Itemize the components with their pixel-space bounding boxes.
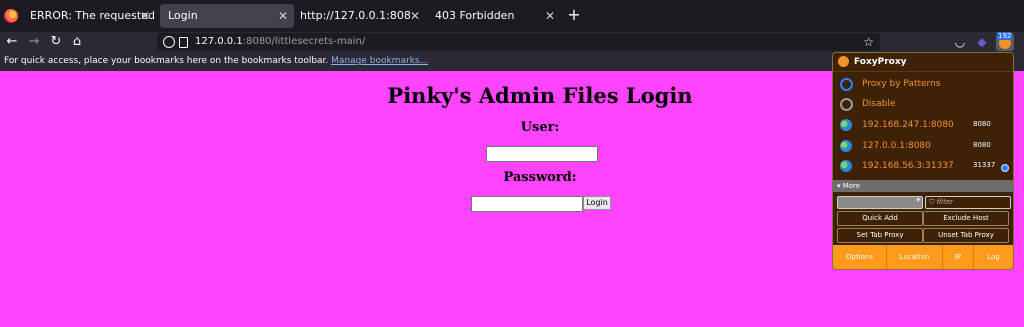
- exclude-host-button[interactable]: Exclude Host: [923, 211, 1009, 226]
- tab-forbidden[interactable]: 403 Forbidden ✕: [427, 4, 561, 28]
- proxy-port: 8080: [973, 141, 991, 149]
- mode-proxy-by-patterns[interactable]: Proxy by Patterns: [833, 74, 1013, 94]
- mode-label: Proxy by Patterns: [862, 79, 941, 89]
- nav-bar: ← → ↻ ⌂ 127.0.0.1:8080/littlesecrets-mai…: [0, 32, 1024, 52]
- chevron-down-icon: ▾: [916, 196, 920, 204]
- filter-input[interactable]: ⛉ filter: [925, 196, 1011, 209]
- power-off-icon: [840, 98, 853, 111]
- password-input[interactable]: [471, 196, 583, 212]
- url-text[interactable]: 127.0.0.1:8080/littlesecrets-main/: [195, 33, 365, 51]
- bookmarks-hint: For quick access, place your bookmarks h…: [4, 56, 329, 66]
- location-button[interactable]: Location: [887, 245, 943, 269]
- url-host: 127.0.0.1: [195, 36, 243, 47]
- bookmark-star-icon[interactable]: ☆: [863, 33, 874, 51]
- more-toggle[interactable]: ▾ More: [833, 180, 1013, 192]
- close-icon[interactable]: ✕: [410, 4, 420, 28]
- tab-login[interactable]: Login ✕: [160, 4, 294, 28]
- forward-icon[interactable]: →: [26, 32, 42, 52]
- tab-title: Login: [168, 9, 198, 22]
- back-icon[interactable]: ←: [4, 32, 20, 52]
- proxy-label: 192.168.56.3:31337: [862, 161, 954, 171]
- pocket-icon[interactable]: ◡: [952, 32, 968, 52]
- unset-tab-proxy-button[interactable]: Unset Tab Proxy: [923, 228, 1009, 243]
- mode-disable[interactable]: Disable: [833, 94, 1013, 114]
- proxy-label: 192.168.247.1:8080: [862, 120, 954, 130]
- globe-icon: [840, 119, 852, 131]
- close-icon[interactable]: ✕: [545, 4, 555, 28]
- proxy-item-127-0-0-1[interactable]: 127.0.0.1:8080 8080: [833, 136, 1013, 156]
- home-icon[interactable]: ⌂: [69, 32, 85, 52]
- manage-bookmarks-link[interactable]: Manage bookmarks...: [331, 56, 428, 66]
- user-input[interactable]: [486, 146, 598, 162]
- proxy-item-192-168-247-1[interactable]: 192.168.247.1:8080 8080: [833, 115, 1013, 135]
- url-bar[interactable]: 127.0.0.1:8080/littlesecrets-main/ ☆: [157, 33, 880, 51]
- tab-strip: ERROR: The requested URL c ✕ Login ✕ htt…: [0, 0, 1024, 32]
- globe-icon: [840, 160, 852, 172]
- power-icon: [840, 78, 853, 91]
- extension-icon[interactable]: ◆: [974, 32, 990, 52]
- foxyproxy-footer: Options Location IP Log: [833, 245, 1013, 269]
- filter-row: ▾ ⛉ filter: [837, 196, 1011, 209]
- tab-title: 403 Forbidden: [435, 9, 515, 22]
- foxyproxy-popup: FoxyProxy Proxy by Patterns Disable 192.…: [832, 52, 1014, 270]
- set-tab-proxy-button[interactable]: Set Tab Proxy: [837, 228, 923, 243]
- foxyproxy-title: FoxyProxy: [854, 57, 907, 67]
- quick-add-button[interactable]: Quick Add: [837, 211, 923, 226]
- tab-littlesecrets[interactable]: http://127.0.0.1:8080/littlese ✕: [292, 4, 426, 28]
- fox-icon: [838, 56, 849, 67]
- filter-icon: ⛉: [929, 198, 935, 206]
- more-label: ▾ More: [837, 182, 861, 190]
- ip-button[interactable]: IP: [943, 245, 974, 269]
- filter-placeholder: filter: [936, 198, 953, 206]
- pattern-select[interactable]: ▾: [837, 196, 923, 209]
- close-icon[interactable]: ✕: [278, 4, 288, 28]
- globe-icon: [840, 140, 852, 152]
- new-tab-button[interactable]: +: [566, 4, 582, 28]
- reload-icon[interactable]: ↻: [48, 32, 64, 52]
- page-icon[interactable]: [179, 37, 188, 48]
- foxyproxy-header: FoxyProxy: [833, 53, 1013, 72]
- foxyproxy-toolbar-button[interactable]: 192: [996, 32, 1014, 51]
- proxy-port: 31337: [973, 161, 996, 169]
- close-icon[interactable]: ✕: [140, 4, 150, 28]
- login-button[interactable]: Login: [583, 196, 611, 210]
- log-button[interactable]: Log: [974, 245, 1013, 269]
- url-path: :8080/littlesecrets-main/: [242, 36, 366, 47]
- selected-radio-icon[interactable]: [1001, 164, 1009, 172]
- proxy-item-192-168-56-3[interactable]: 192.168.56.3:31337 31337: [833, 156, 1013, 176]
- foxyproxy-badge: 192: [997, 32, 1013, 40]
- firefox-icon[interactable]: [4, 9, 18, 23]
- proxy-label: 127.0.0.1:8080: [862, 141, 931, 151]
- tab-title: ERROR: The requested URL c: [30, 9, 156, 22]
- tab-error[interactable]: ERROR: The requested URL c ✕: [22, 4, 156, 28]
- proxy-port: 8080: [973, 120, 991, 128]
- mode-label: Disable: [862, 99, 896, 109]
- options-button[interactable]: Options: [833, 245, 887, 269]
- tab-title: http://127.0.0.1:8080/littlese: [300, 9, 410, 22]
- shield-icon[interactable]: [163, 36, 175, 48]
